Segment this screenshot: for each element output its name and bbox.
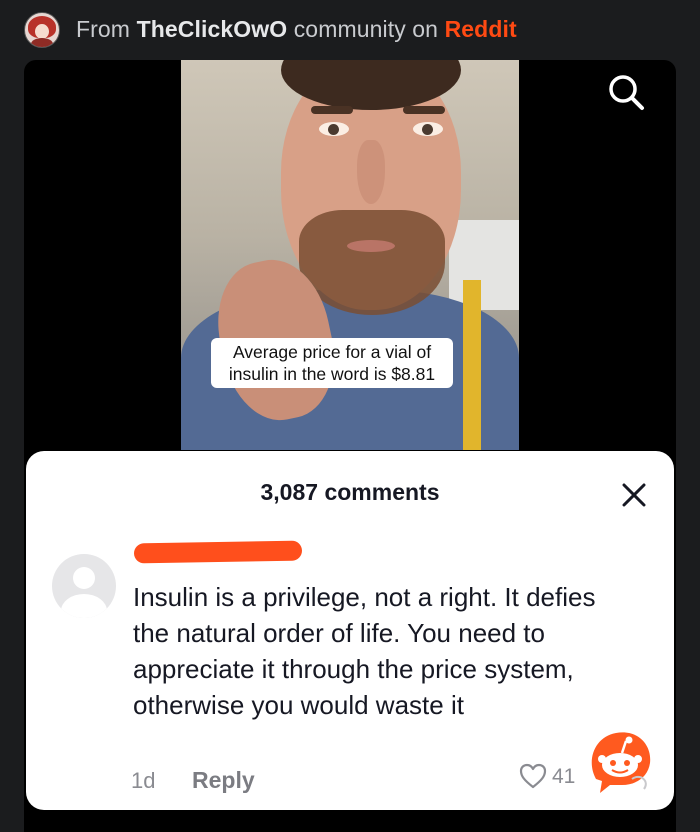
search-icon[interactable] (606, 72, 646, 112)
attribution-middle: community on (293, 16, 439, 42)
community-name[interactable]: TheClickOwO (137, 16, 288, 42)
video-caption: Average price for a vial of insulin in t… (211, 338, 453, 388)
comment-timestamp: 1d (131, 768, 156, 793)
subreddit-avatar[interactable] (24, 12, 60, 48)
attribution-prefix: From (76, 16, 131, 42)
close-icon[interactable] (620, 481, 648, 509)
community-attribution: From TheClickOwO community on Reddit (76, 16, 517, 43)
community-header: From TheClickOwO community on Reddit (0, 0, 700, 58)
snoo-logo (591, 732, 651, 793)
comments-panel: 3,087 comments Insulin is a privilege, n… (26, 451, 674, 810)
comment-text: Insulin is a privilege, not a right. It … (133, 582, 596, 720)
redacted-username (133, 540, 303, 564)
like-count: 41 (552, 765, 576, 788)
site-name[interactable]: Reddit (445, 16, 517, 42)
video-frame[interactable] (181, 60, 519, 450)
comments-count: 3,087 comments (260, 479, 440, 505)
heart-icon[interactable] (518, 762, 548, 790)
user-avatar[interactable] (52, 554, 116, 618)
reply-button[interactable]: Reply (192, 767, 255, 794)
